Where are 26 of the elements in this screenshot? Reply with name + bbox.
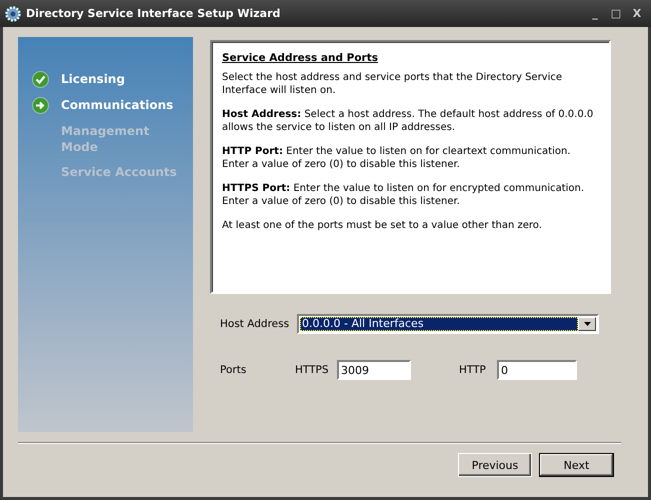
step-label: Communications: [61, 97, 174, 113]
window-title: Directory Service Interface Setup Wizard: [26, 7, 282, 20]
help-paragraph: At least one of the ports must be set to a value other than zero.: [222, 219, 543, 232]
minimize-button[interactable]: _: [587, 7, 603, 20]
caret-icon: [584, 322, 590, 326]
check-icon: [32, 71, 49, 88]
field-label: HTTPS: [295, 364, 330, 376]
gear-icon: [5, 6, 21, 22]
previous-button[interactable]: Previous: [458, 453, 532, 477]
step-label: Licensing: [61, 71, 126, 87]
step-label: Service Accounts: [61, 164, 178, 180]
help-paragraph: HTTPS Port: Enter the value to listen on for encrypted communication. Enter a value of zero (0) to disable this listener.: [222, 182, 586, 208]
http-port-field[interactable]: 0: [497, 360, 577, 380]
step-label: Management Mode: [61, 123, 150, 155]
next-button[interactable]: Next: [539, 453, 614, 477]
close-button[interactable]: X: [629, 7, 645, 20]
maximize-button[interactable]: □: [608, 7, 624, 20]
field-label: HTTP: [459, 364, 487, 376]
field-label: Host Address: [220, 318, 290, 330]
help-paragraph: Host Address: Select a host address. The default host address of 0.0.0.0 allows the service to listen on all IP addresses.: [222, 108, 594, 134]
https-port-field[interactable]: 3009: [337, 360, 411, 380]
help-heading: Service Address and Ports: [222, 52, 380, 64]
help-paragraph: HTTP Port: Enter the value to listen on for cleartext communication. Enter a value of zero (0) to disable this listener.: [222, 145, 572, 171]
host-address-dropdown[interactable]: 0.0.0.0 - All Interfaces: [297, 314, 599, 334]
help-paragraph: Select the host address and service ports that the Directory Service Interface will listen on.: [222, 71, 564, 97]
field-label: Ports: [220, 364, 248, 376]
